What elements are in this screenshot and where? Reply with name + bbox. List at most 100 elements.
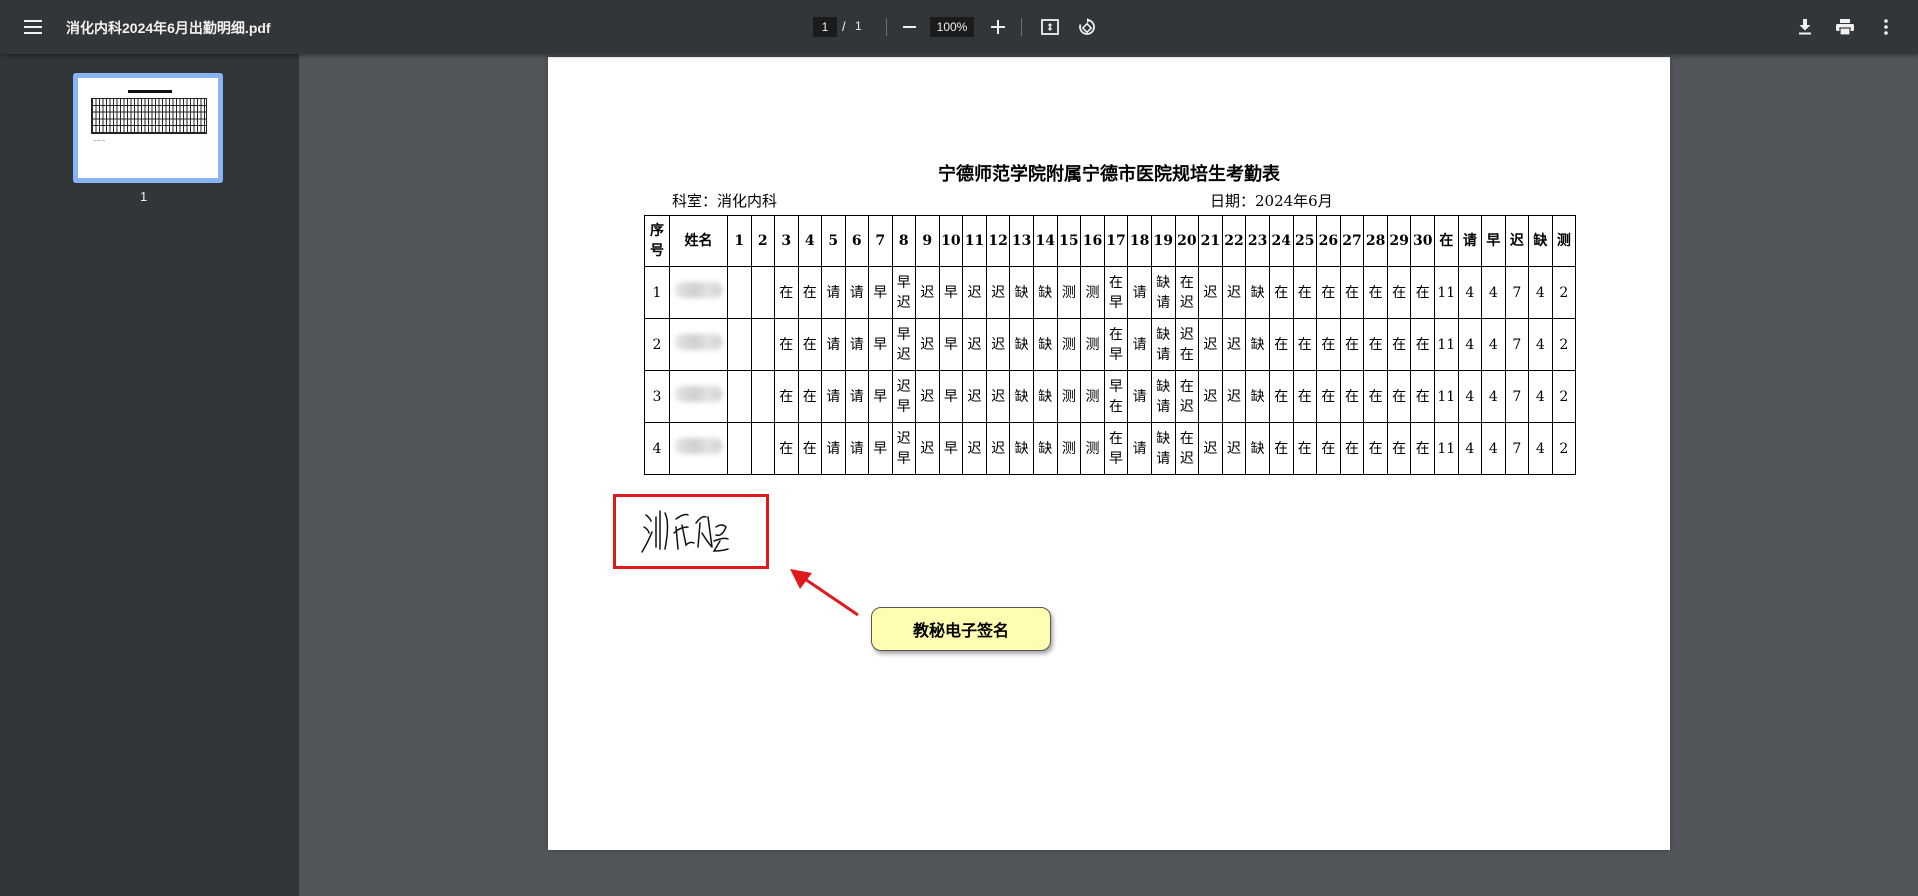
table-header-cell: 缺 (1528, 215, 1553, 267)
attendance-cell: 迟 (915, 422, 940, 475)
attendance-cell: 在 早 (1103, 318, 1129, 371)
signature-highlight-box (613, 494, 769, 569)
menu-icon[interactable] (18, 13, 48, 41)
zoom-out-button[interactable] (897, 15, 921, 39)
table-header-cell: 姓名 (669, 215, 728, 267)
attendance-cell: 在 (1292, 422, 1318, 475)
row-number: 2 (644, 318, 670, 371)
plus-icon (991, 20, 1005, 34)
attendance-cell (750, 422, 775, 475)
thumbnail-table (91, 98, 207, 134)
attendance-cell: 缺 请 (1150, 318, 1176, 371)
table-header-cell: 24 (1268, 215, 1294, 267)
table-header-cell: 请 (1457, 215, 1483, 267)
attendance-cell: 早 (868, 266, 893, 319)
attendance-cell: 4 (1528, 422, 1553, 475)
toolbar-divider (1021, 18, 1022, 36)
table-header-cell: 15 (1056, 215, 1082, 267)
print-button[interactable] (1833, 15, 1857, 39)
attendance-cell: 迟 (915, 266, 940, 319)
attendance-cell: 在 (1410, 422, 1436, 475)
attendance-cell: 缺 (1032, 318, 1058, 371)
download-button[interactable] (1793, 15, 1817, 39)
rotate-button[interactable] (1075, 15, 1099, 39)
attendance-cell: 请 (821, 318, 846, 371)
zoom-input[interactable] (930, 17, 974, 37)
attendance-cell: 迟 (915, 370, 940, 423)
attendance-cell: 请 (1127, 422, 1152, 475)
table-header-cell: 5 (821, 215, 846, 267)
attendance-cell: 早 在 (1103, 370, 1129, 423)
attendance-table: 序号 姓名 1 2 3 4 5 6 7 8 9 10 11 12 13 14 15 16 17 18 19 20 21 22 2… (644, 215, 1577, 475)
table-header-cell: 13 (1009, 215, 1034, 267)
date-label: 日期：2024年6月 (1210, 192, 1333, 210)
attendance-cell: 4 (1528, 318, 1553, 371)
attendance-cell: 7 (1504, 422, 1530, 475)
table-header-cell: 1 (727, 215, 752, 267)
attendance-cell: 缺 (1245, 422, 1270, 475)
attendance-cell: 7 (1504, 266, 1530, 319)
attendance-cell: 迟 (962, 422, 987, 475)
name-blur (674, 385, 723, 402)
attendance-cell: 迟 (1221, 318, 1247, 371)
attendance-cell: 缺 (1009, 266, 1034, 319)
attendance-cell: 迟 (915, 318, 940, 371)
attendance-cell: 迟 (1221, 422, 1247, 475)
attendance-cell: 在 (1386, 422, 1412, 475)
attendance-cell: 4 (1528, 370, 1553, 423)
page-number-input[interactable] (813, 17, 837, 37)
attendance-cell: 在 (1268, 318, 1294, 371)
redacted-name (669, 422, 728, 475)
attendance-cell: 早 (938, 318, 964, 371)
table-header-cell: 28 (1363, 215, 1388, 267)
attendance-cell: 缺 请 (1150, 370, 1176, 423)
attendance-cell: 迟 (1221, 266, 1247, 319)
department-label: 科室：消化内科 (672, 192, 778, 210)
attendance-cell: 缺 (1009, 370, 1034, 423)
attendance-cell: 4 (1457, 266, 1483, 319)
attendance-cell: 4 (1481, 318, 1506, 371)
attendance-cell: 在 (1268, 266, 1294, 319)
attendance-cell: 在 (1363, 318, 1388, 371)
page-thumbnail[interactable]: ∽∽∽ (73, 73, 223, 183)
row-number: 1 (644, 266, 670, 319)
attendance-cell: 在 (1292, 266, 1318, 319)
annotation-arrow (790, 569, 859, 617)
attendance-cell: 早 (868, 422, 893, 475)
attendance-cell: 在 (1339, 318, 1365, 371)
attendance-cell: 迟 (985, 422, 1011, 475)
row-number: 4 (644, 422, 670, 475)
attendance-cell: 4 (1481, 370, 1506, 423)
attendance-cell: 请 (1127, 266, 1152, 319)
table-header-cell: 迟 (1504, 215, 1530, 267)
table-header-cell: 序号 (644, 215, 670, 267)
attendance-cell: 缺 (1245, 266, 1270, 319)
pdf-toolbar: 消化内科2024年6月出勤明细.pdf / 1 (0, 0, 1918, 54)
name-blur (674, 333, 723, 350)
attendance-cell: 迟 (1198, 266, 1223, 319)
table-header-cell: 4 (797, 215, 822, 267)
more-options-icon[interactable] (1874, 15, 1898, 39)
attendance-cell: 11 (1434, 422, 1459, 475)
table-header-cell: 18 (1127, 215, 1152, 267)
fit-page-icon (1041, 19, 1059, 35)
attendance-cell: 在 早 (1103, 266, 1129, 319)
attendance-cell: 请 (1127, 318, 1152, 371)
attendance-cell: 在 迟 (1174, 370, 1200, 423)
attendance-cell: 迟 在 (1174, 318, 1200, 371)
attendance-cell: 测 (1056, 266, 1082, 319)
attendance-cell: 早 (868, 370, 893, 423)
attendance-cell: 在 (1410, 370, 1436, 423)
attendance-cell: 4 (1457, 318, 1483, 371)
attendance-cell: 在 迟 (1174, 422, 1200, 475)
attendance-cell: 7 (1504, 318, 1530, 371)
table-header-cell: 20 (1174, 215, 1200, 267)
attendance-cell: 缺 请 (1150, 422, 1176, 475)
table-header-cell: 7 (868, 215, 893, 267)
attendance-cell: 测 (1056, 422, 1082, 475)
attendance-cell: 早 (868, 318, 893, 371)
attendance-cell: 缺 (1032, 422, 1058, 475)
attendance-cell: 早 (938, 370, 964, 423)
fit-to-page-button[interactable] (1038, 15, 1062, 39)
zoom-in-button[interactable] (986, 15, 1010, 39)
